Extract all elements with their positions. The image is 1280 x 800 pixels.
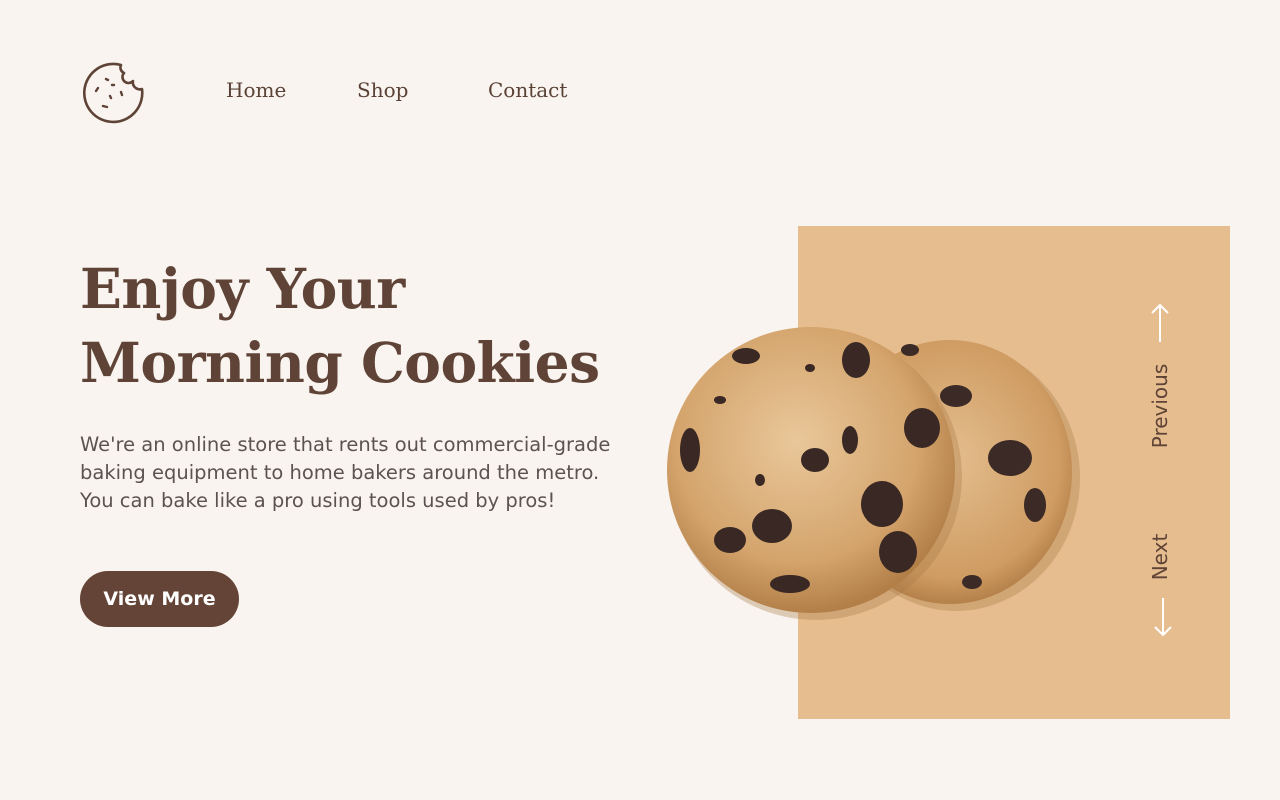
hero-description-line: baking equipment to home bakers around t… — [80, 461, 600, 484]
hero-description: We're an online store that rents out com… — [80, 431, 620, 515]
nav-link-home[interactable]: Home — [226, 78, 286, 102]
hero-description-line: You can bake like a pro using tools used… — [80, 489, 556, 512]
nav-link-contact[interactable]: Contact — [488, 78, 567, 102]
nav-link-shop[interactable]: Shop — [357, 78, 408, 102]
arrow-up-icon — [1151, 303, 1169, 342]
previous-button[interactable]: Previous — [1142, 300, 1178, 450]
view-more-button[interactable]: View More — [80, 571, 239, 627]
cookies-image — [660, 320, 1090, 620]
hero-title: Enjoy Your Morning Cookies — [80, 252, 640, 400]
next-button[interactable]: Next — [1142, 530, 1178, 640]
hero-title-line: Morning Cookies — [80, 330, 600, 395]
next-label: Next — [1148, 533, 1172, 581]
cookie-icon[interactable] — [81, 59, 147, 125]
previous-label: Previous — [1148, 363, 1172, 449]
hero-title-line: Enjoy Your — [80, 256, 405, 321]
arrow-down-icon — [1154, 598, 1172, 637]
hero-description-line: We're an online store that rents out com… — [80, 433, 611, 456]
